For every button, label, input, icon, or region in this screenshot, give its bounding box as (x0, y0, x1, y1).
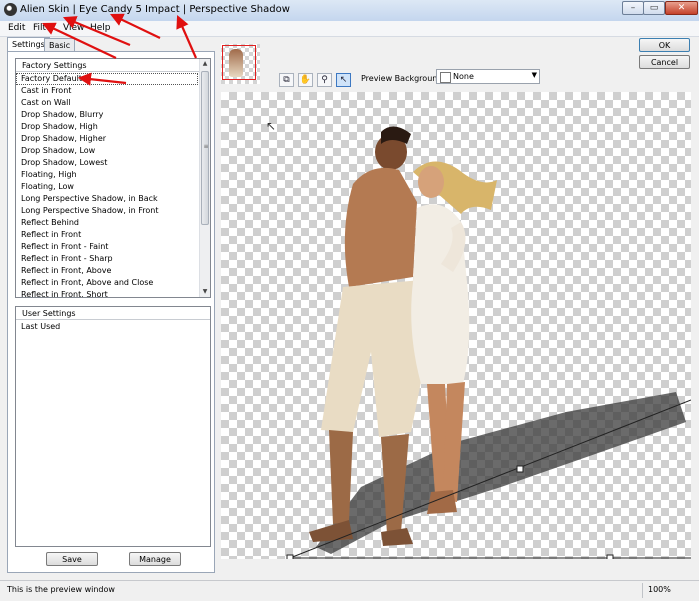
factory-setting-item[interactable]: Cast in Front (16, 85, 198, 97)
settings-panel: Factory Settings Factory Default Cast in … (7, 51, 215, 573)
close-button[interactable]: ✕ (665, 1, 698, 15)
factory-setting-item[interactable]: Drop Shadow, Lowest (16, 157, 198, 169)
menu-help[interactable]: Help (90, 23, 111, 33)
minimize-button[interactable]: – (622, 1, 644, 15)
dropdown-arrow-icon: ▼ (531, 71, 537, 79)
pointer-icon[interactable]: ↖ (336, 73, 351, 87)
zoom-icon[interactable]: ⚲ (317, 73, 332, 87)
menu-edit[interactable]: Edit (8, 23, 25, 33)
user-settings-header: User Settings (16, 307, 210, 320)
preview-image (286, 126, 691, 559)
handle-right[interactable] (606, 554, 614, 559)
scroll-thumb[interactable]: ≡ (201, 71, 209, 225)
factory-setting-item[interactable]: Drop Shadow, Higher (16, 133, 198, 145)
status-text: This is the preview window (7, 585, 115, 594)
factory-setting-item[interactable]: Drop Shadow, Low (16, 145, 198, 157)
preview-edge (692, 92, 699, 559)
factory-setting-item[interactable]: Drop Shadow, Blurry (16, 109, 198, 121)
maximize-button[interactable]: ▭ (643, 1, 665, 15)
factory-setting-item[interactable]: Long Perspective Shadow, in Front (16, 205, 198, 217)
factory-setting-item[interactable]: Reflect in Front, Above and Close (16, 277, 198, 289)
user-setting-item[interactable]: Last Used (16, 321, 198, 333)
tab-basic[interactable]: Basic (44, 38, 76, 52)
background-swatch (440, 72, 451, 83)
cancel-button[interactable]: Cancel (639, 55, 690, 69)
factory-setting-item[interactable]: Long Perspective Shadow, in Back (16, 193, 198, 205)
factory-setting-item[interactable]: Floating, High (16, 169, 198, 181)
preview-canvas[interactable]: ↖ (221, 92, 691, 559)
user-settings-rows: Last Used (16, 321, 198, 333)
preview-background-label: Preview Background: (361, 74, 446, 83)
factory-setting-item[interactable]: Floating, Low (16, 181, 198, 193)
minimize-icon: – (630, 3, 636, 13)
status-separator (642, 583, 643, 598)
ok-button[interactable]: OK (639, 38, 690, 52)
menu-filter[interactable]: Filter (33, 23, 55, 33)
factory-setting-item[interactable]: Reflect in Front, Short (16, 289, 198, 297)
factory-settings-list[interactable]: Factory Settings Factory Default Cast in … (15, 58, 211, 298)
factory-setting-item[interactable]: Reflect in Front, Above (16, 265, 198, 277)
hand-icon[interactable]: ✋ (298, 73, 313, 87)
factory-setting-item[interactable]: Drop Shadow, High (16, 121, 198, 133)
preview-compare-icon[interactable]: ⧉ (279, 73, 294, 87)
cursor-icon: ↖ (266, 119, 277, 133)
factory-setting-item[interactable]: Reflect in Front (16, 229, 198, 241)
factory-setting-item[interactable]: Reflect in Front - Sharp (16, 253, 198, 265)
window-title: Alien Skin | Eye Candy 5 Impact | Perspe… (20, 4, 290, 15)
perspective-shadow (316, 392, 686, 554)
status-bar: This is the preview window 100% (0, 580, 699, 601)
preview-background-select[interactable]: None ▼ (436, 69, 540, 84)
navigator-view-frame[interactable] (222, 45, 256, 80)
grip-icon: ≡ (203, 143, 209, 150)
factory-setting-item[interactable]: Reflect in Front - Faint (16, 241, 198, 253)
preview-background-value: None (453, 72, 474, 81)
maximize-icon: ▭ (649, 3, 659, 13)
factory-setting-item[interactable]: Cast on Wall (16, 97, 198, 109)
factory-settings-rows: Factory Default Cast in Front Cast on Wall… (16, 73, 198, 297)
scroll-down-icon[interactable]: ▼ (200, 287, 210, 297)
scroll-up-icon[interactable]: ▲ (200, 59, 210, 69)
handle-middle[interactable] (516, 465, 524, 473)
handle-left[interactable] (286, 554, 294, 559)
factory-list-scrollbar[interactable]: ▲ ≡ ▼ (199, 59, 210, 297)
eye-candy-window: Alien Skin | Eye Candy 5 Impact | Perspe… (0, 0, 699, 601)
menu-view[interactable]: View (63, 23, 84, 33)
factory-setting-item[interactable]: Reflect Behind (16, 217, 198, 229)
manage-button[interactable]: Manage (129, 552, 181, 566)
factory-setting-item[interactable]: Factory Default (16, 73, 198, 85)
zoom-level: 100% (648, 585, 671, 594)
factory-settings-header: Factory Settings (16, 59, 210, 72)
menu-bar: Edit Filter View Help (0, 21, 699, 37)
close-icon: ✕ (677, 3, 686, 13)
save-button[interactable]: Save (46, 552, 98, 566)
user-settings-list[interactable]: User Settings Last Used (15, 306, 211, 547)
app-icon (4, 3, 17, 16)
title-bar: Alien Skin | Eye Candy 5 Impact | Perspe… (0, 0, 699, 22)
